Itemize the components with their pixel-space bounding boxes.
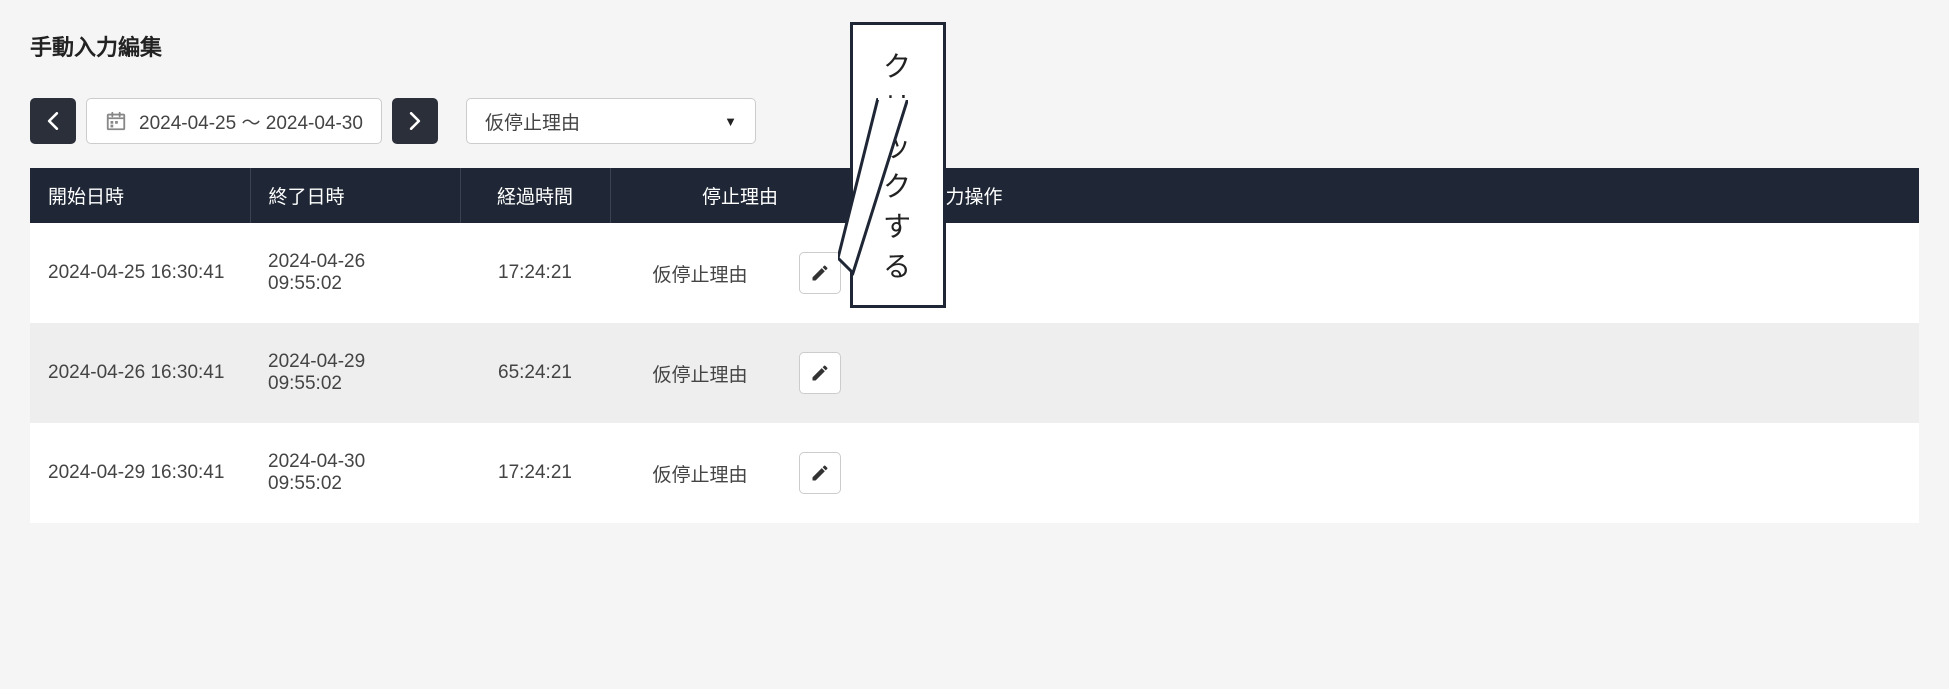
header-start: 開始日時 (30, 168, 250, 223)
table-header-row: 開始日時 終了日時 経過時間 停止理由 手動入力操作 (30, 168, 1919, 223)
chevron-right-icon (409, 112, 421, 130)
cell-end: 2024-04-30 09:55:02 (250, 423, 460, 523)
table-row: 2024-04-26 16:30:41 2024-04-29 09:55:02 … (30, 323, 1919, 423)
table-row: 2024-04-29 16:30:41 2024-04-30 09:55:02 … (30, 423, 1919, 523)
cell-elapsed: 17:24:21 (460, 223, 610, 323)
cell-start: 2024-04-29 16:30:41 (30, 423, 250, 523)
cell-elapsed: 65:24:21 (460, 323, 610, 423)
cell-reason: 仮停止理由 (610, 223, 790, 323)
records-table: 開始日時 終了日時 経過時間 停止理由 手動入力操作 2024-04-25 16… (30, 168, 1919, 523)
edit-button[interactable] (799, 252, 841, 294)
cell-end: 2024-04-26 09:55:02 (250, 223, 460, 323)
header-end: 終了日時 (250, 168, 460, 223)
cell-start: 2024-04-25 16:30:41 (30, 223, 250, 323)
header-reason: 停止理由 (610, 168, 870, 223)
cell-edit (790, 323, 870, 423)
edit-button[interactable] (799, 452, 841, 494)
pencil-icon (810, 463, 830, 483)
cell-manual (870, 423, 1919, 523)
cell-manual (870, 223, 1919, 323)
pencil-icon (810, 263, 830, 283)
reason-select[interactable]: 仮停止理由 ▼ (466, 98, 756, 144)
cell-start: 2024-04-26 16:30:41 (30, 323, 250, 423)
cell-elapsed: 17:24:21 (460, 423, 610, 523)
cell-reason: 仮停止理由 (610, 323, 790, 423)
caret-down-icon: ▼ (724, 114, 737, 129)
edit-button[interactable] (799, 352, 841, 394)
cell-edit (790, 423, 870, 523)
table-row: 2024-04-25 16:30:41 2024-04-26 09:55:02 … (30, 223, 1919, 323)
chevron-left-icon (47, 112, 59, 130)
cell-manual (870, 323, 1919, 423)
header-elapsed: 経過時間 (460, 168, 610, 223)
reason-select-label: 仮停止理由 (485, 108, 580, 135)
prev-button[interactable] (30, 98, 76, 144)
next-button[interactable] (392, 98, 438, 144)
calendar-icon (105, 110, 127, 132)
page-title: 手動入力編集 (30, 30, 1919, 62)
header-manual: 手動入力操作 (870, 168, 1919, 223)
pencil-icon (810, 363, 830, 383)
date-range-text: 2024-04-25 ～ 2024-04-30 (139, 108, 363, 135)
cell-end: 2024-04-29 09:55:02 (250, 323, 460, 423)
date-range-picker[interactable]: 2024-04-25 ～ 2024-04-30 (86, 98, 382, 144)
cell-reason: 仮停止理由 (610, 423, 790, 523)
toolbar: 2024-04-25 ～ 2024-04-30 仮停止理由 ▼ (30, 98, 1919, 144)
